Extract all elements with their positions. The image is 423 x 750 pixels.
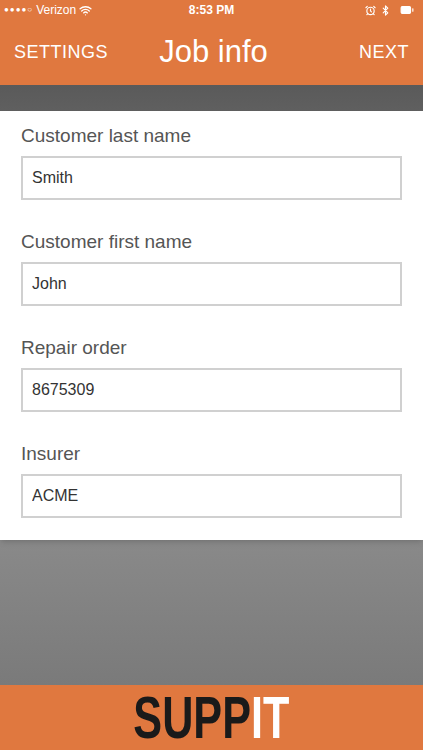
alarm-icon xyxy=(365,5,376,16)
wifi-icon xyxy=(79,4,92,17)
form-field: Repair order xyxy=(21,335,402,412)
app-screen: ●●●●○Verizon8:53 PMSETTINGSJob infoNEXTC… xyxy=(0,0,423,750)
field-input[interactable] xyxy=(21,156,402,200)
field-input[interactable] xyxy=(21,474,402,518)
field-label: Insurer xyxy=(21,441,402,467)
page-title: Job info xyxy=(159,29,268,76)
field-label: Repair order xyxy=(21,335,402,361)
next-button[interactable]: NEXT xyxy=(319,39,409,66)
form-field: Customer first name xyxy=(21,229,402,306)
settings-button[interactable]: SETTINGS xyxy=(14,39,108,66)
field-label: Customer first name xyxy=(21,229,402,255)
bluetooth-icon xyxy=(380,5,391,16)
form-field: Customer last name xyxy=(21,123,402,200)
form-field: Insurer xyxy=(21,441,402,518)
battery-icon xyxy=(395,3,419,17)
field-input[interactable] xyxy=(21,368,402,412)
suppit-logo: SUPPIT xyxy=(133,688,289,748)
field-input[interactable] xyxy=(21,262,402,306)
logo-part: SUPP xyxy=(133,688,251,748)
footer-bar: SUPPIT xyxy=(0,685,423,750)
carrier-info: ●●●●○Verizon xyxy=(4,1,189,19)
signal-strength: ●●●●○ xyxy=(4,4,33,16)
photo-background: Customer last name Customer first name Rep… xyxy=(0,85,423,685)
status-time: 8:53 PM xyxy=(189,1,234,19)
job-info-card: Customer last name Customer first name Rep… xyxy=(0,111,423,540)
carrier-name: Verizon xyxy=(36,1,76,19)
logo-part: IT xyxy=(251,688,289,748)
field-label: Customer last name xyxy=(21,123,402,149)
nav-bar: SETTINGS Job info NEXT xyxy=(0,20,423,85)
status-icons xyxy=(234,3,419,17)
status-bar: ●●●●○Verizon8:53 PM xyxy=(0,0,423,20)
